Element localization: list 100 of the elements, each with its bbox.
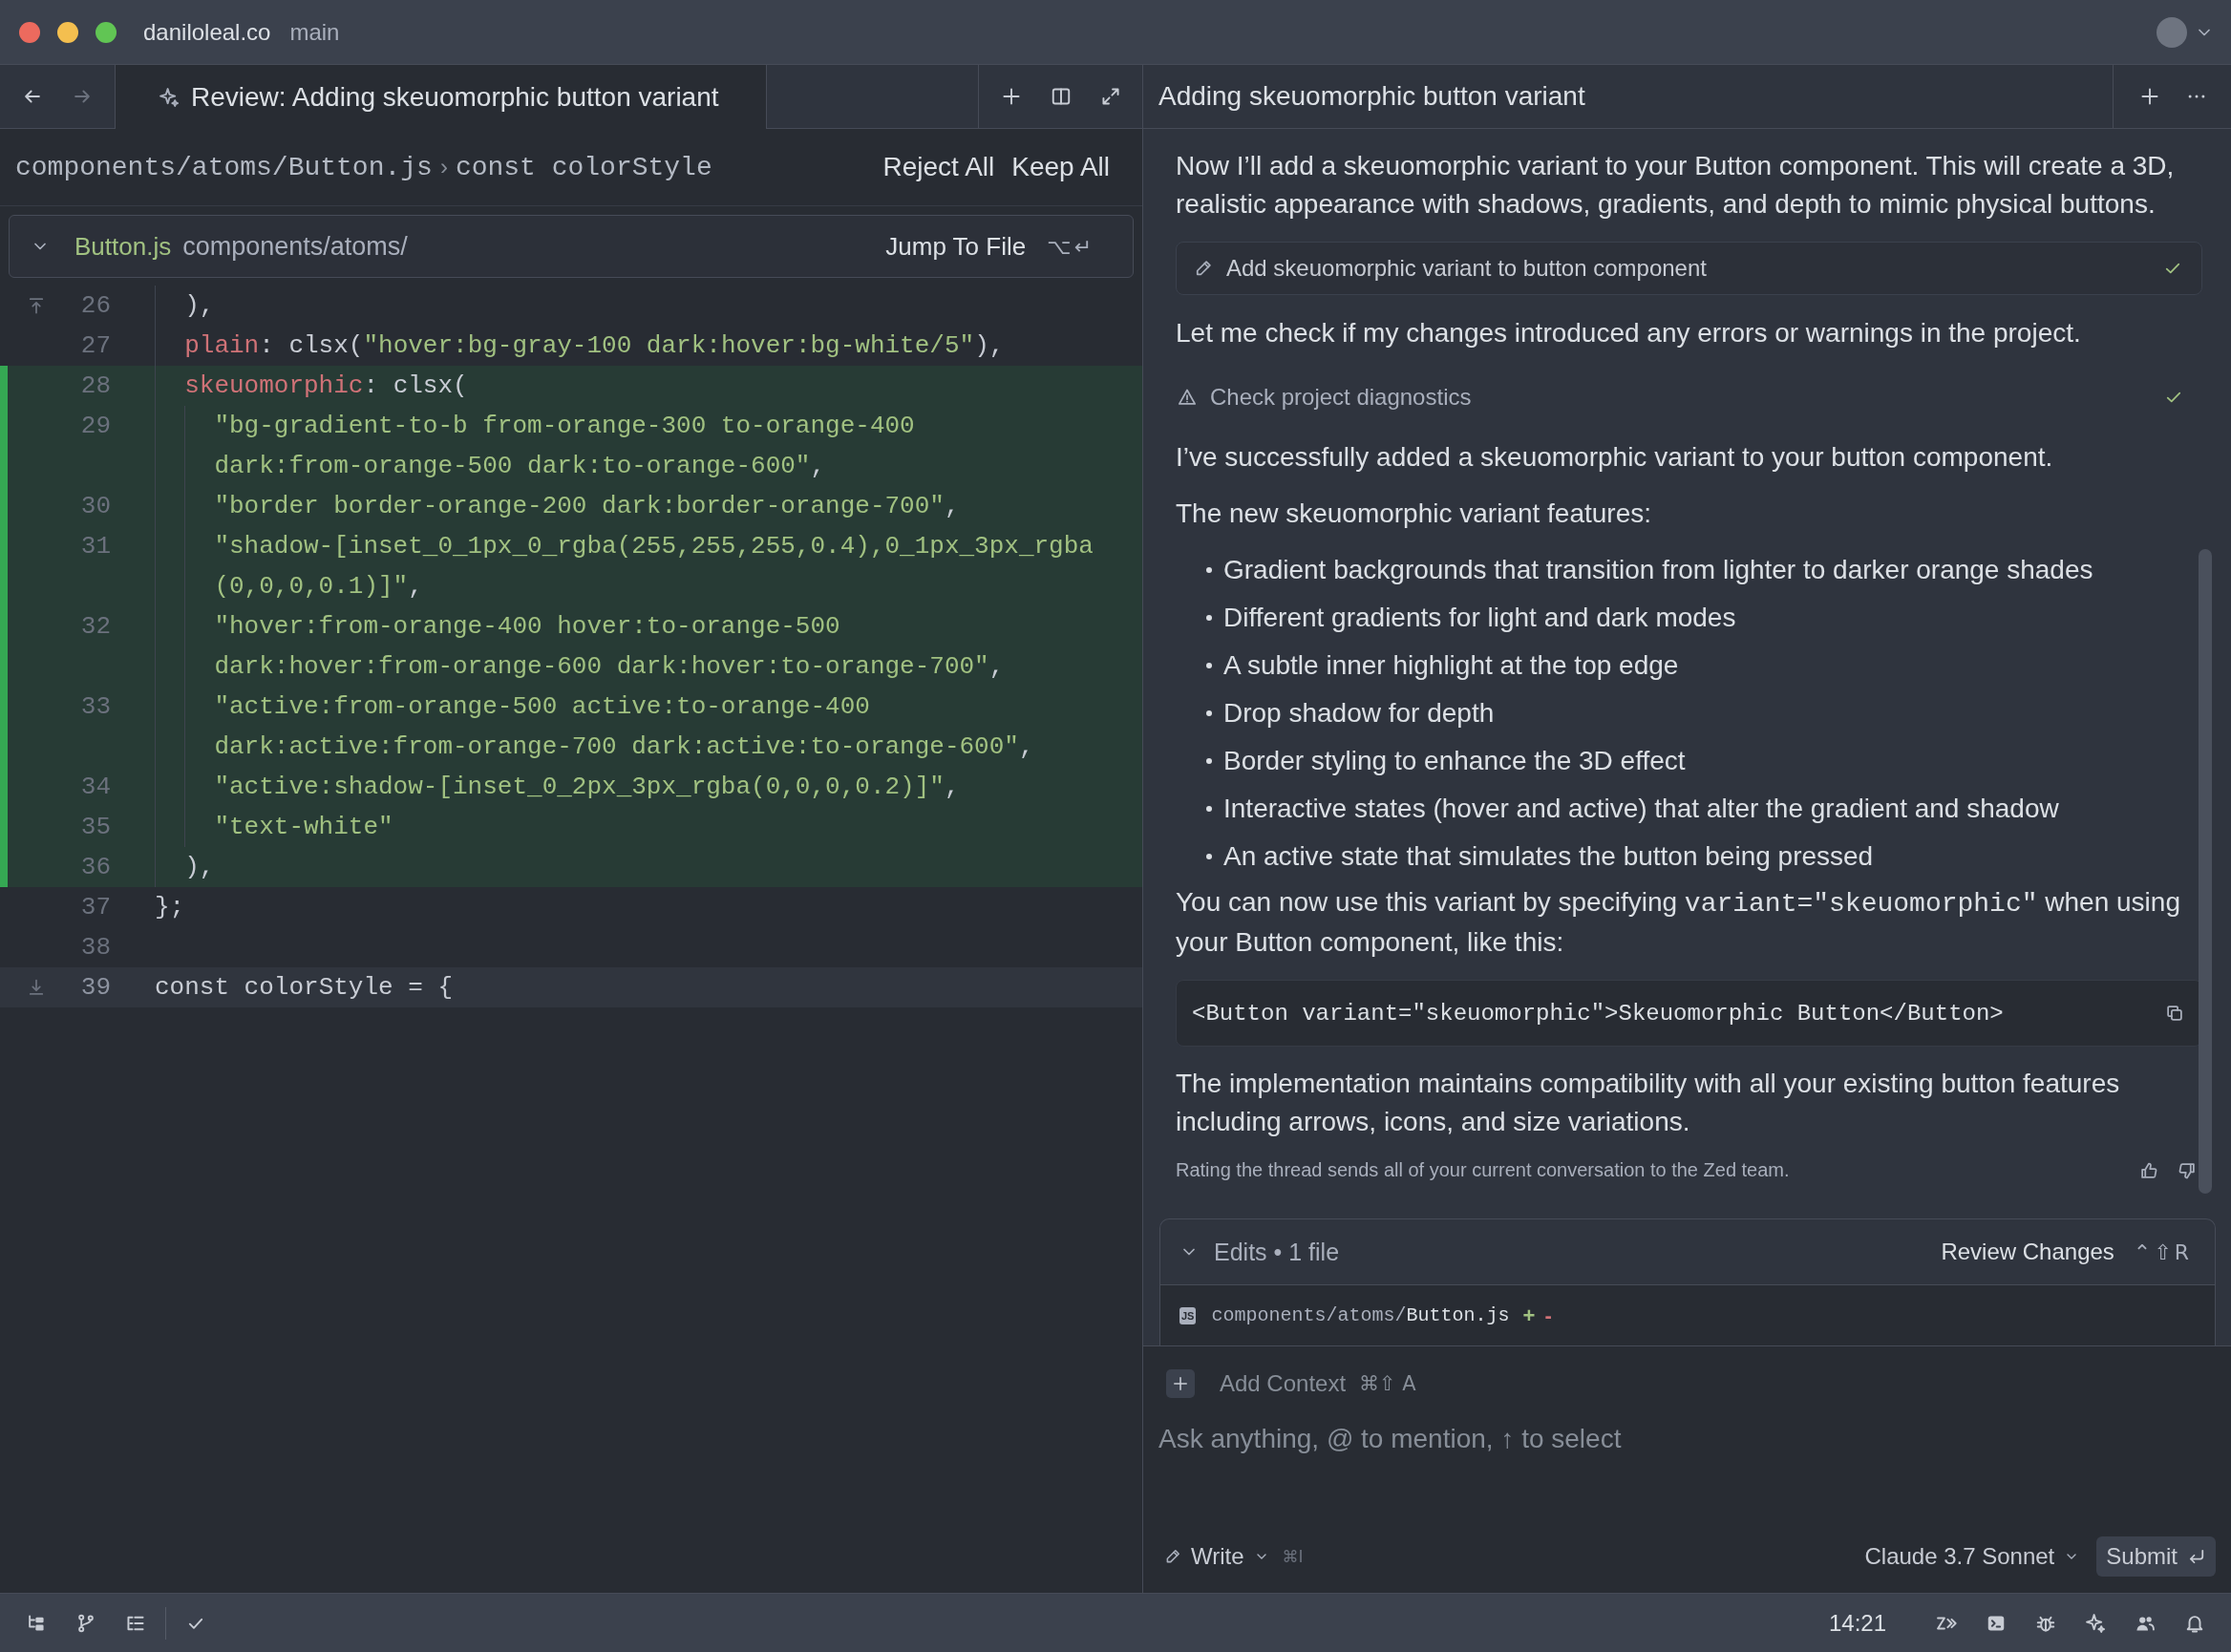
edits-summary[interactable]: Edits • 1 file	[1214, 1238, 1340, 1266]
minimize-button[interactable]	[57, 21, 78, 43]
line-number: 26	[80, 290, 111, 322]
message-paragraph: The new skeuomorphic variant features:	[1176, 498, 1653, 530]
file-directory: components/atoms/	[182, 231, 408, 262]
edited-file-row[interactable]: JS components/atoms/Button.js + -	[1160, 1284, 2215, 1345]
clock-time: 14:21	[1828, 1609, 1886, 1637]
code-line: (0,0,0,0.1)]",	[214, 571, 423, 603]
rating-notice: Rating the thread sends all of your current conversation to the Zed team.	[1176, 1159, 1790, 1181]
project-name[interactable]: daniloleal.co	[143, 18, 271, 46]
code-line: skeuomorphic: clsx(	[184, 371, 468, 402]
bullet-icon	[1206, 854, 1212, 859]
plus-icon[interactable]	[2139, 86, 2160, 107]
tool-call-label: Check project diagnostics	[1210, 384, 1472, 411]
file-directory: components/atoms/	[1211, 1304, 1407, 1326]
bullet-icon	[1206, 758, 1212, 764]
code-line: };	[155, 892, 185, 923]
action-button[interactable]: Keep All	[1004, 148, 1117, 186]
split-pane-icon[interactable]	[1051, 86, 1072, 107]
git-branch-icon[interactable]	[75, 1612, 96, 1634]
message-paragraph: The implementation maintains compatibility with all your existing button features including arrows, icons, and size variations.	[1176, 1068, 2121, 1138]
list-item-text: Different gradients for light and dark modes	[1223, 603, 1736, 633]
thread-title: Adding skeuomorphic button variant	[1158, 81, 1585, 112]
line-number: 38	[80, 932, 111, 964]
zoom-button[interactable]	[96, 21, 117, 43]
line-number: 32	[80, 611, 111, 643]
line-number: 36	[80, 852, 111, 883]
line-number: 29	[80, 411, 111, 442]
line-number: 34	[80, 772, 111, 803]
keyboard-shortcut: ⌥↵	[1047, 234, 1094, 259]
pencil-icon	[1164, 1548, 1181, 1565]
code-line: "border border-orange-200 dark:border-orange-700",	[214, 491, 960, 522]
code-line: "bg-gradient-to-b from-orange-300 to-orange-400	[214, 411, 915, 442]
sparkle-icon	[159, 86, 180, 108]
model-dropdown[interactable]: Claude 3.7 Sonnet	[1859, 1537, 2086, 1576]
keyboard-shortcut: ⌘⇧ A	[1359, 1372, 1416, 1395]
breadcrumb-separator: ›	[439, 154, 448, 180]
add-context-label[interactable]: Add Context	[1220, 1370, 1347, 1397]
file-type-badge: JS	[1179, 1306, 1197, 1324]
message-paragraph: Let me check if my changes introduced any errors or warnings in the project.	[1176, 317, 2082, 349]
action-button[interactable]: Reject All	[875, 148, 1003, 186]
scrollbar-thumb[interactable]	[2199, 549, 2212, 1194]
close-button[interactable]	[19, 21, 40, 43]
code-line: "active:shadow-[inset_0_2px_3px_rgba(0,0,0,0.2)]",	[214, 772, 960, 803]
line-number: 30	[80, 491, 111, 522]
file-name: Button.js	[1406, 1304, 1510, 1326]
bullet-icon	[1206, 567, 1212, 573]
keyboard-shortcut: ⌃⇧R	[2133, 1239, 2192, 1264]
code-line: "active:from-orange-500 active:to-orange-400	[214, 691, 870, 723]
code-line: dark:from-orange-500 dark:to-orange-600",	[214, 451, 826, 482]
line-number: 31	[80, 531, 111, 562]
return-icon	[2187, 1547, 2206, 1566]
arrow-down-to-line-icon[interactable]	[27, 978, 46, 997]
message-paragraph: Now I’ll add a skeuomorphic variant to your Button component. This will create a 3D, realistic appearance with shadows, gradients, and depth to mimic physical buttons.	[1176, 150, 2176, 221]
message-composer[interactable]: Add Context ⌘⇧ A Ask anything, @ to mention, ↑ to select Write ⌘I Claude 3.7 Sonnet Submit	[1143, 1345, 2231, 1593]
code-line: "shadow-[inset_0_1px_0_rgba(255,255,255,0.4),0_1px_3px_rgba	[214, 531, 1094, 562]
keyboard-shortcut: ⌘I	[1282, 1547, 1304, 1566]
breadcrumb-symbol[interactable]: const colorStyle	[455, 152, 712, 182]
bullet-icon	[1206, 615, 1212, 621]
code-line: plain: clsx("hover:bg-gray-100 dark:hover:bg-white/5"),	[184, 330, 1005, 362]
breadcrumb-path[interactable]: components/atoms/Button.js	[15, 152, 433, 182]
line-number: 28	[80, 371, 111, 402]
code-line: "hover:from-orange-400 hover:to-orange-500	[214, 611, 840, 643]
bullet-icon	[1206, 663, 1212, 668]
list-item-text: Drop shadow for depth	[1223, 698, 1495, 729]
submit-button[interactable]: Submit	[2096, 1536, 2216, 1577]
message-paragraph: You can now use this variant by specifying variant="skeuomorphic" when using your Button component, like this:	[1176, 886, 2181, 959]
mode-dropdown[interactable]: Write	[1158, 1537, 1275, 1576]
maximize-icon[interactable]	[1100, 86, 1121, 107]
line-number: 37	[80, 892, 111, 923]
plus-icon	[1172, 1375, 1189, 1392]
tool-call-card[interactable]: Add skeuomorphic variant to button component	[1176, 242, 2202, 295]
plus-icon[interactable]	[1001, 86, 1022, 107]
list-item-text: An active state that simulates the button being pressed	[1223, 841, 1874, 872]
bullet-icon	[1206, 710, 1212, 716]
message-paragraph: I’ve successfully added a skeuomorphic variant to your button component.	[1176, 441, 2054, 474]
pencil-icon	[1194, 259, 1213, 278]
code-line: ),	[184, 290, 215, 322]
line-number: 33	[80, 691, 111, 723]
list-item-text: Border styling to enhance the 3D effect	[1223, 746, 1686, 776]
code-line: const colorStyle = {	[155, 972, 454, 1004]
code-line: "text-white"	[214, 812, 393, 843]
branch-name[interactable]: main	[289, 18, 340, 46]
review-changes-button[interactable]: Review Changes	[1933, 1235, 2122, 1269]
file-name[interactable]: Button.js	[74, 231, 172, 262]
code-line: dark:hover:from-orange-600 dark:hover:to-orange-700",	[214, 651, 1005, 683]
removed-count: -	[1544, 1303, 1552, 1328]
thumbs-down-icon[interactable]	[2178, 1160, 2197, 1180]
message-input[interactable]: Ask anything, @ to mention, ↑ to select	[1158, 1424, 2216, 1519]
jump-to-file-button[interactable]: Jump To File	[878, 227, 1034, 265]
code-snippet: <Button variant="skeuomorphic">Skeuomorphic Button</Button>	[1192, 1000, 2004, 1027]
tab[interactable]: Review: Adding skeuomorphic button variant	[116, 65, 767, 129]
copy-icon[interactable]	[2165, 1004, 2184, 1023]
sparkle-icon[interactable]	[2085, 1612, 2106, 1634]
line-number: 27	[80, 330, 111, 362]
line-number: 35	[80, 812, 111, 843]
add-context-button[interactable]	[1166, 1369, 1195, 1398]
thumbs-up-icon[interactable]	[2139, 1160, 2158, 1180]
list-item-text: Interactive states (hover and active) that alter the gradient and shadow	[1223, 794, 2059, 824]
arrow-up-to-line-icon[interactable]	[27, 296, 46, 315]
